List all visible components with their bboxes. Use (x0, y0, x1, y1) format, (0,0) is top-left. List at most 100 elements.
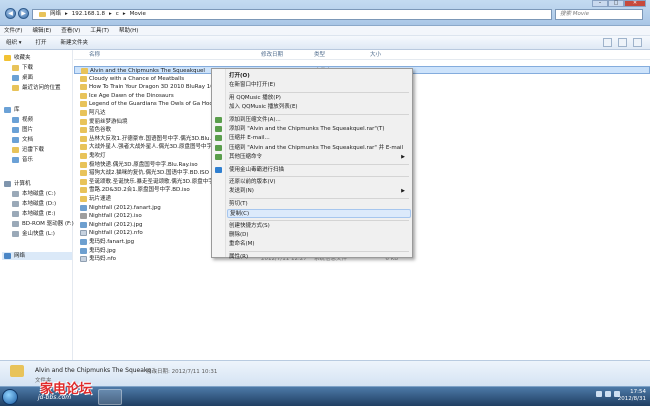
column-type[interactable]: 类型 (314, 50, 325, 60)
file-name: 丛林大反攻1.孖德豪市.国语图号中字.偶光3D.Blu.Ray (89, 135, 222, 142)
start-button[interactable] (2, 389, 18, 405)
context-menu-item[interactable]: 重命名(M) (227, 240, 411, 249)
context-menu-label: 添加到 "Alvin and the Chipmunks The Squeakq… (229, 126, 385, 132)
context-menu-label: 发送到(N) (229, 188, 254, 195)
context-menu-item[interactable]: 其他压缩命令 ▶ (215, 153, 411, 162)
context-menu-item[interactable]: 用 QQMusic 播放(P) (227, 94, 411, 103)
breadcrumb-share[interactable]: c (116, 10, 119, 19)
minimize-button[interactable]: – (592, 0, 608, 7)
file-name: Nightfall (2012).iso (89, 213, 142, 220)
nav-pictures[interactable]: 图片 (12, 126, 33, 134)
menu-separator (229, 163, 409, 165)
context-menu-label: 使用金山毒霸进行扫描 (229, 166, 285, 173)
taskbar-explorer-button[interactable] (98, 389, 122, 405)
nav-libraries[interactable]: 库 (4, 106, 20, 114)
menu-help[interactable]: 帮助(H) (119, 26, 138, 35)
nav-downloads[interactable]: 下载 (12, 64, 33, 72)
menu-item-icon (215, 154, 222, 161)
context-menu-item[interactable]: 删除(D) (227, 231, 411, 240)
column-size[interactable]: 大小 (370, 50, 381, 60)
column-date[interactable]: 修改日期 (261, 50, 283, 60)
context-menu-item[interactable]: 创建快捷方式(S) (227, 222, 411, 231)
menu-item-icon (215, 144, 222, 151)
context-menu-item[interactable]: 属性(R) (227, 253, 411, 262)
image-file-icon (80, 239, 87, 245)
folder-icon (12, 65, 19, 71)
nav-drive-c[interactable]: 本地磁盘 (C:) (12, 190, 56, 198)
nav-videos[interactable]: 视频 (12, 116, 33, 124)
nav-thunder-downloads[interactable]: 迅雷下载 (12, 146, 44, 154)
nav-favorites[interactable]: 收藏夹 (4, 54, 31, 62)
preview-pane-icon[interactable] (618, 38, 627, 47)
context-menu-item[interactable]: 在新窗口中打开(E) (227, 81, 411, 90)
file-name: 雪路.2D&3D.2合1.原盘国号中字.BD.iso (89, 187, 190, 194)
context-menu-item[interactable]: 发送到(N) ▶ (227, 187, 411, 196)
menu-edit[interactable]: 编辑(E) (32, 26, 51, 35)
file-name: 蓝色谷歌 (89, 127, 112, 134)
file-name: 阿凡达 (89, 110, 106, 116)
context-menu-item[interactable]: 复制(C) (227, 209, 411, 219)
breadcrumb-movie[interactable]: Movie (130, 10, 146, 19)
nav-drive-d[interactable]: 本地磁盘 (D:) (12, 200, 56, 208)
open-button[interactable]: 打开 (36, 36, 47, 49)
search-input[interactable]: 搜索 Movie (555, 9, 643, 20)
nav-recent-places[interactable]: 最近访问的位置 (12, 84, 61, 92)
context-menu-item[interactable]: 压缩并 E-mail... (215, 134, 411, 143)
menu-tools[interactable]: 工具(T) (90, 26, 109, 35)
context-menu-item[interactable]: 添加到 "Alvin and the Chipmunks The Squeakq… (215, 125, 411, 134)
context-menu-item[interactable]: 使用金山毒霸进行扫描 (215, 166, 411, 175)
nav-network[interactable]: 网络 (2, 252, 72, 260)
help-icon[interactable] (633, 38, 642, 47)
column-name[interactable]: 名称 (89, 50, 100, 60)
nav-computer[interactable]: 计算机 (4, 180, 31, 188)
context-menu-label: 删除(D) (229, 232, 249, 238)
context-menu-label: 加入 QQMusic 播放列表(E) (229, 104, 298, 111)
details-modified: 修改日期: 2012/7/11 10:31 (146, 369, 218, 375)
network-icon (4, 253, 11, 259)
context-menu-item[interactable]: 加入 QQMusic 播放列表(E) (227, 103, 411, 112)
cloud-drive-icon (12, 231, 19, 237)
breadcrumb-network[interactable]: 网络 (50, 10, 61, 19)
new-folder-button[interactable]: 新建文件夹 (61, 36, 89, 49)
nav-drive-f[interactable]: BD-ROM 驱动器 (F:) (12, 220, 74, 228)
maximize-button[interactable]: □ (608, 0, 624, 7)
context-menu-item[interactable]: 压缩到 "Alvin and the Chipmunks The Squeakq… (215, 144, 411, 153)
breadcrumb-host[interactable]: 192.168.1.8 (72, 10, 105, 19)
nav-documents[interactable]: 文档 (12, 136, 33, 144)
image-file-icon (80, 221, 87, 228)
nav-music[interactable]: 音乐 (12, 156, 33, 164)
video-library-icon (12, 117, 19, 123)
folder-icon (80, 144, 87, 151)
address-bar[interactable]: 网络 ▸ 192.168.1.8 ▸ c ▸ Movie (32, 9, 552, 20)
tray-volume-icon[interactable] (605, 391, 611, 397)
context-menu-item[interactable]: 还原以前的版本(V) (227, 178, 411, 187)
menu-file[interactable]: 文件(F) (4, 26, 22, 35)
disc-image-icon (80, 213, 87, 220)
file-name: 圣诞颂歌.圣诞快乐.暴走圣诞颂歌.偶光3D.原盘中字.BD (89, 178, 224, 185)
context-menu-label: 还原以前的版本(V) (229, 179, 276, 185)
close-button[interactable]: ✕ (624, 0, 646, 7)
back-button[interactable]: ◀ (5, 8, 16, 19)
context-menu-label: 用 QQMusic 播放(P) (229, 94, 281, 101)
nav-drive-e[interactable]: 本地磁盘 (E:) (12, 210, 55, 218)
folder-icon (80, 196, 87, 202)
file-name: 大战外星人.强者大战外星人.偶光3D.原盘图号中字.BD (89, 144, 222, 151)
context-menu-item[interactable]: 剪切(T) (227, 200, 411, 209)
forward-button[interactable]: ▶ (18, 8, 29, 19)
nav-drive-l[interactable]: 金山快盘 (L:) (12, 230, 55, 238)
organize-button[interactable]: 组织 ▾ (6, 36, 22, 49)
tray-network-icon[interactable] (596, 391, 602, 397)
clock[interactable]: 17:54 2012/8/31 (618, 389, 646, 403)
context-menu-label: 打开(O) (229, 73, 250, 79)
column-header: 名称 修改日期 类型 大小 (74, 50, 650, 60)
navigation-pane: 收藏夹 下载 桌面 最近访问的位置 库 视频 图片 文档 迅雷下载 音乐 计算机… (0, 50, 74, 360)
context-menu-label: 剪切(T) (229, 200, 248, 207)
context-menu-item[interactable]: 打开(O) (227, 72, 411, 81)
menu-view[interactable]: 查看(V) (61, 26, 80, 35)
view-options-icon[interactable] (603, 38, 612, 47)
folder-icon (80, 92, 87, 99)
file-name: 极地快递.偶光3D.原盘国号中字.Blu.Ray.iso (89, 161, 198, 168)
context-menu-label: 属性(R) (229, 253, 249, 260)
nav-desktop[interactable]: 桌面 (12, 74, 33, 82)
context-menu-item[interactable]: 添加到压缩文件(A)... (215, 116, 411, 125)
